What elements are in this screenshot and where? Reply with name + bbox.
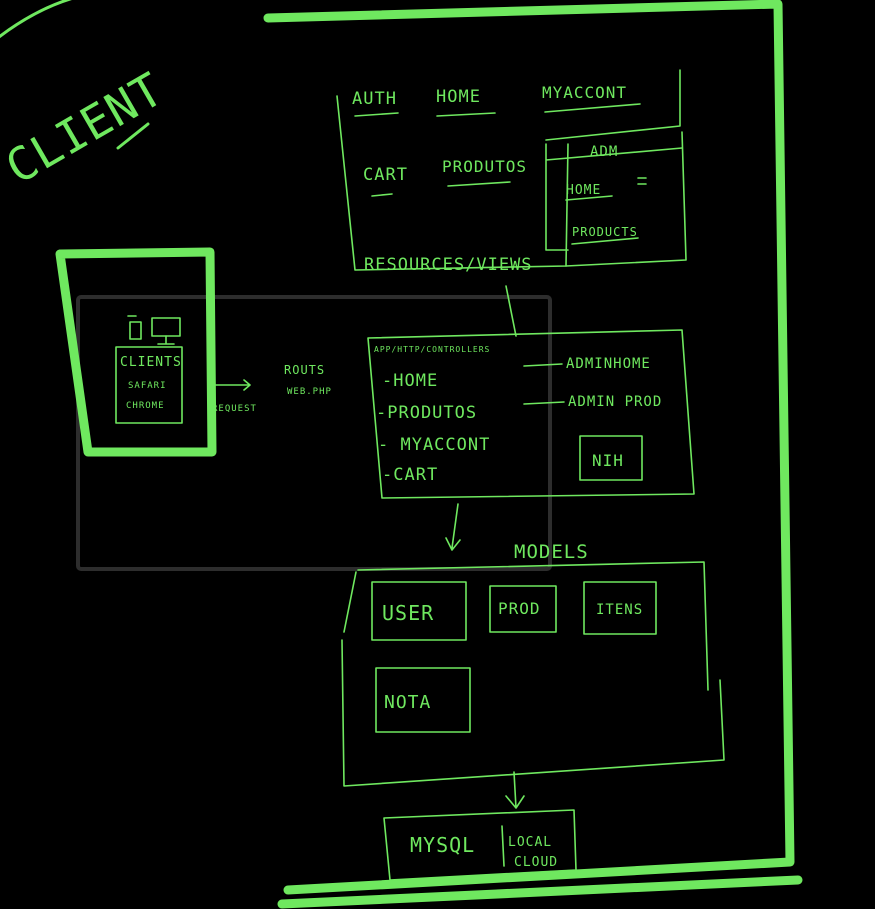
phone-icon xyxy=(127,315,142,340)
database-divider xyxy=(501,825,505,867)
controller-produtos: -PRODUTOS xyxy=(376,403,477,423)
routes-label: ROUTS xyxy=(284,363,325,377)
controllers-to-models-arrow xyxy=(445,503,461,551)
models-to-database-arrow xyxy=(505,771,525,809)
request-arrow xyxy=(214,379,251,391)
nih-badge: NIH xyxy=(592,451,624,470)
whiteboard-diagram: CLIENT CLIENTS SAFARI CHROME REQUEST ROU… xyxy=(0,0,803,909)
browser-safari: SAFARI xyxy=(128,381,167,391)
model-itens: ITENS xyxy=(596,602,643,618)
database-cloud: CLOUD xyxy=(514,855,558,870)
client-device-box xyxy=(55,247,217,457)
view-auth-underline xyxy=(354,112,399,117)
views-to-controllers-line xyxy=(505,285,517,337)
view-cart-underline xyxy=(371,193,393,197)
view-produtos: PRODUTOS xyxy=(442,157,527,176)
controller-adminprod: ADMIN PROD xyxy=(568,394,662,410)
admin-home: HOME xyxy=(566,183,601,198)
controller-cart: -CART xyxy=(382,465,438,485)
models-title: MODELS xyxy=(514,541,589,563)
controller-myaccont: - MYACCONT xyxy=(378,435,490,455)
view-home: HOME xyxy=(436,87,481,107)
server-container xyxy=(263,0,795,895)
view-myaccont-underline xyxy=(544,103,641,113)
database-name: MYSQL xyxy=(410,833,475,857)
admin-title: ADM xyxy=(590,144,618,160)
client-label: CLIENT xyxy=(0,62,173,195)
controller-home: -HOME xyxy=(382,371,438,391)
views-footer: RESOURCES/VIEWS xyxy=(364,255,533,275)
view-myaccont: MYACCONT xyxy=(542,83,627,102)
model-nota: NOTA xyxy=(384,692,431,713)
request-label: REQUEST xyxy=(212,404,257,414)
routes-file: WEB.PHP xyxy=(287,387,332,397)
monitor-icon xyxy=(151,317,181,345)
controller-adminhome: ADMINHOME xyxy=(566,356,651,372)
view-cart: CART xyxy=(363,165,408,185)
admin-products: PRODUCTS xyxy=(572,225,638,239)
controllers-path: APP/HTTP/CONTROLLERS xyxy=(374,345,490,354)
overlay-frame xyxy=(76,295,552,571)
view-auth: AUTH xyxy=(352,89,397,109)
client-arc xyxy=(0,0,73,39)
view-home-underline xyxy=(436,112,496,117)
database-local: LOCAL xyxy=(508,835,552,850)
admin-controller-arrows xyxy=(523,363,565,405)
models-box xyxy=(341,561,725,787)
browser-chrome: CHROME xyxy=(126,401,165,411)
clients-title: CLIENTS xyxy=(120,355,182,370)
model-user: USER xyxy=(382,601,434,625)
model-prod: PROD xyxy=(498,599,541,618)
view-produtos-underline xyxy=(447,181,511,187)
